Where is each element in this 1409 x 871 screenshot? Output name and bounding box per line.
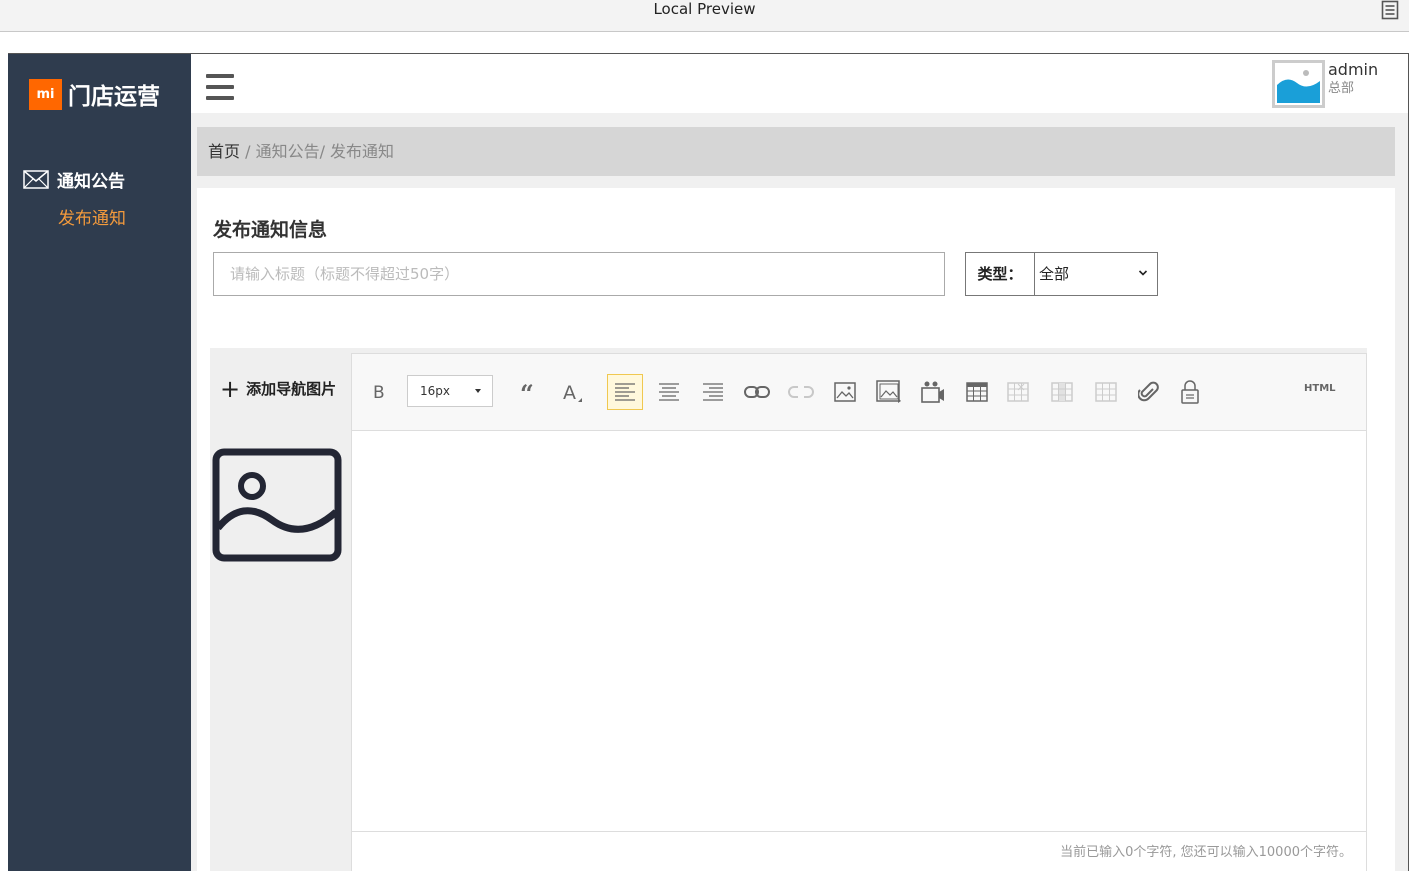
char-count: 当前已输入0个字符, 您还可以输入10000个字符。: [1060, 845, 1352, 860]
align-center-icon[interactable]: [651, 374, 687, 410]
type-filter: 类型： 全部: [965, 252, 1158, 296]
brand-name: 门店运营: [68, 84, 160, 110]
bold-icon[interactable]: B: [361, 374, 397, 410]
sidebar-group-label: 通知公告: [57, 172, 125, 192]
align-right-icon[interactable]: [695, 374, 731, 410]
quote-icon[interactable]: “: [510, 374, 546, 410]
insert-table-icon[interactable]: [959, 374, 995, 410]
sidebar-group-notices[interactable]: 通知公告: [23, 167, 125, 192]
image-icon[interactable]: [827, 374, 863, 410]
svg-text:A: A: [563, 382, 576, 403]
add-nav-image-button[interactable]: + 添加导航图片: [220, 374, 337, 403]
editor-area: + 添加导航图片 B 16px “ A HTML 当前已输入0个字符, 您还可以…: [210, 348, 1367, 871]
font-color-icon[interactable]: A: [554, 374, 590, 410]
rich-text-editor: B 16px “ A HTML 当前已输入0个字符, 您还可以输入10000个字…: [351, 353, 1367, 871]
font-size-select[interactable]: 16px: [407, 375, 493, 407]
image-avatar-icon: [1272, 60, 1325, 108]
type-select-value: 全部: [1039, 265, 1070, 283]
publish-panel: 发布通知信息 类型： 全部 + 添加导航图片: [197, 188, 1395, 871]
svg-text:“: “: [520, 382, 534, 402]
editor-statusbar: 当前已输入0个字符, 您还可以输入10000个字符。: [352, 831, 1366, 865]
lock-icon[interactable]: [1172, 374, 1208, 410]
unlink-icon[interactable]: [783, 374, 819, 410]
editor-content[interactable]: [352, 431, 1366, 831]
user-role: 总部: [1328, 81, 1355, 96]
caret-down-icon: [475, 389, 481, 393]
type-select[interactable]: 全部: [1035, 253, 1157, 295]
insert-col-icon[interactable]: [1088, 374, 1124, 410]
window-titlebar: Local Preview: [0, 0, 1409, 32]
breadcrumb: 首页 / 通知公告/ 发布通知: [197, 127, 1395, 176]
user-name: admin: [1328, 60, 1379, 79]
attachment-icon[interactable]: [1131, 374, 1167, 410]
svg-text:B: B: [373, 383, 385, 402]
editor-toolbar: B 16px “ A HTML: [352, 354, 1366, 431]
breadcrumb-home[interactable]: 首页: [208, 142, 240, 161]
title-input[interactable]: [213, 252, 945, 296]
mail-icon: [23, 170, 49, 189]
brand[interactable]: mi 门店运营: [29, 77, 160, 111]
plus-icon: +: [220, 374, 241, 403]
hamburger-menu-icon[interactable]: [206, 74, 234, 100]
type-label: 类型：: [966, 253, 1035, 295]
link-icon[interactable]: [739, 374, 775, 410]
user-profile[interactable]: admin 总部: [1272, 60, 1378, 108]
html-source-button[interactable]: HTML: [1304, 383, 1336, 394]
window-title: Local Preview: [653, 0, 756, 18]
document-menu-icon[interactable]: [1381, 0, 1399, 20]
font-size-value: 16px: [420, 384, 450, 398]
image-placeholder-icon[interactable]: [212, 448, 342, 562]
breadcrumb-path: / 通知公告/ 发布通知: [240, 142, 395, 161]
app-frame: mi 门店运营 通知公告 发布通知 admin 总部 首页 / 通知公告/ 发布…: [8, 53, 1409, 871]
main-content: admin 总部 首页 / 通知公告/ 发布通知 发布通知信息 类型： 全部: [191, 54, 1408, 871]
video-icon[interactable]: [915, 374, 951, 410]
multi-image-icon[interactable]: [871, 374, 907, 410]
delete-table-icon[interactable]: [1000, 374, 1036, 410]
sidebar: mi 门店运营 通知公告 发布通知: [8, 54, 191, 871]
chevron-down-icon: [1138, 270, 1148, 276]
insert-row-icon[interactable]: [1044, 374, 1080, 410]
top-bar: admin 总部: [191, 54, 1408, 113]
add-nav-image-label: 添加导航图片: [246, 380, 337, 398]
align-left-icon[interactable]: [607, 374, 643, 410]
mi-logo: mi: [29, 78, 62, 110]
sidebar-item-publish-notice[interactable]: 发布通知: [58, 204, 126, 229]
page-title: 发布通知信息: [213, 219, 328, 241]
